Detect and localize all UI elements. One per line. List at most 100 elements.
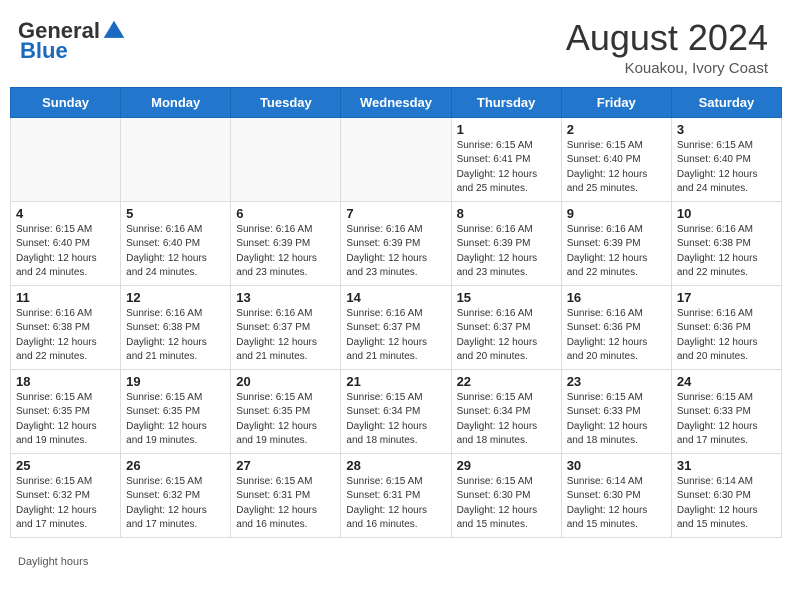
day-info: Sunrise: 6:15 AM Sunset: 6:40 PM Dayligh… xyxy=(677,139,776,197)
day-number: 9 xyxy=(567,206,666,221)
day-info: Sunrise: 6:16 AM Sunset: 6:39 PM Dayligh… xyxy=(567,223,666,281)
day-info: Sunrise: 6:15 AM Sunset: 6:32 PM Dayligh… xyxy=(16,475,115,533)
day-number: 12 xyxy=(126,290,225,305)
calendar-cell: 4 Sunrise: 6:15 AM Sunset: 6:40 PM Daylig… xyxy=(11,201,121,285)
calendar-cell: 27 Sunrise: 6:15 AM Sunset: 6:31 PM Dayli… xyxy=(231,453,341,537)
day-info: Sunrise: 6:16 AM Sunset: 6:38 PM Dayligh… xyxy=(126,307,225,365)
day-info: Sunrise: 6:15 AM Sunset: 6:33 PM Dayligh… xyxy=(677,391,776,449)
day-info: Sunrise: 6:14 AM Sunset: 6:30 PM Dayligh… xyxy=(567,475,666,533)
calendar-cell: 2 Sunrise: 6:15 AM Sunset: 6:40 PM Daylig… xyxy=(561,117,671,201)
calendar-wrapper: SundayMondayTuesdayWednesdayThursdayFrid… xyxy=(0,87,792,552)
day-number: 6 xyxy=(236,206,335,221)
day-number: 23 xyxy=(567,374,666,389)
day-number: 24 xyxy=(677,374,776,389)
day-info: Sunrise: 6:16 AM Sunset: 6:39 PM Dayligh… xyxy=(236,223,335,281)
calendar-cell: 21 Sunrise: 6:15 AM Sunset: 6:34 PM Dayli… xyxy=(341,369,451,453)
calendar-cell: 24 Sunrise: 6:15 AM Sunset: 6:33 PM Dayli… xyxy=(671,369,781,453)
calendar-week-row: 25 Sunrise: 6:15 AM Sunset: 6:32 PM Dayli… xyxy=(11,453,782,537)
calendar-cell: 11 Sunrise: 6:16 AM Sunset: 6:38 PM Dayli… xyxy=(11,285,121,369)
day-number: 1 xyxy=(457,122,556,137)
calendar-cell: 16Sunrise: 6:16 AM Sunset: 6:36 PM Dayli… xyxy=(561,285,671,369)
calendar-cell: 7 Sunrise: 6:16 AM Sunset: 6:39 PM Daylig… xyxy=(341,201,451,285)
title-block: August 2024 Kouakou, Ivory Coast xyxy=(566,18,768,77)
logo-blue: Blue xyxy=(20,38,68,63)
weekday-header: Thursday xyxy=(451,87,561,117)
day-number: 28 xyxy=(346,458,445,473)
calendar-cell: 17 Sunrise: 6:16 AM Sunset: 6:36 PM Dayli… xyxy=(671,285,781,369)
day-number: 17 xyxy=(677,290,776,305)
calendar-week-row: 4 Sunrise: 6:15 AM Sunset: 6:40 PM Daylig… xyxy=(11,201,782,285)
day-info: Sunrise: 6:16 AM Sunset: 6:38 PM Dayligh… xyxy=(677,223,776,281)
calendar-cell: 25 Sunrise: 6:15 AM Sunset: 6:32 PM Dayli… xyxy=(11,453,121,537)
day-number: 8 xyxy=(457,206,556,221)
day-number: 31 xyxy=(677,458,776,473)
day-info: Sunrise: 6:15 AM Sunset: 6:40 PM Dayligh… xyxy=(16,223,115,281)
calendar-week-row: 1 Sunrise: 6:15 AM Sunset: 6:41 PM Daylig… xyxy=(11,117,782,201)
calendar-cell: 10 Sunrise: 6:16 AM Sunset: 6:38 PM Dayli… xyxy=(671,201,781,285)
day-info: Sunrise: 6:15 AM Sunset: 6:31 PM Dayligh… xyxy=(236,475,335,533)
day-number: 7 xyxy=(346,206,445,221)
day-number: 10 xyxy=(677,206,776,221)
day-number: 26 xyxy=(126,458,225,473)
day-number: 4 xyxy=(16,206,115,221)
day-number: 20 xyxy=(236,374,335,389)
day-info: Sunrise: 6:15 AM Sunset: 6:35 PM Dayligh… xyxy=(236,391,335,449)
day-info: Sunrise: 6:16 AM Sunset: 6:36 PM Dayligh… xyxy=(677,307,776,365)
day-number: 16 xyxy=(567,290,666,305)
day-number: 19 xyxy=(126,374,225,389)
calendar-cell: 19 Sunrise: 6:15 AM Sunset: 6:35 PM Dayli… xyxy=(121,369,231,453)
day-info: Sunrise: 6:15 AM Sunset: 6:32 PM Dayligh… xyxy=(126,475,225,533)
day-info: Sunrise: 6:16 AM Sunset: 6:38 PM Dayligh… xyxy=(16,307,115,365)
day-number: 5 xyxy=(126,206,225,221)
calendar-cell: 8Sunrise: 6:16 AM Sunset: 6:39 PM Daylig… xyxy=(451,201,561,285)
weekday-header: Saturday xyxy=(671,87,781,117)
calendar-cell: 30 Sunrise: 6:14 AM Sunset: 6:30 PM Dayli… xyxy=(561,453,671,537)
day-number: 25 xyxy=(16,458,115,473)
footer: Daylight hours xyxy=(0,552,792,572)
calendar-cell: 13Sunrise: 6:16 AM Sunset: 6:37 PM Dayli… xyxy=(231,285,341,369)
day-number: 11 xyxy=(16,290,115,305)
calendar-cell: 26 Sunrise: 6:15 AM Sunset: 6:32 PM Dayli… xyxy=(121,453,231,537)
day-info: Sunrise: 6:15 AM Sunset: 6:34 PM Dayligh… xyxy=(346,391,445,449)
day-info: Sunrise: 6:15 AM Sunset: 6:33 PM Dayligh… xyxy=(567,391,666,449)
day-info: Sunrise: 6:15 AM Sunset: 6:41 PM Dayligh… xyxy=(457,139,556,197)
day-info: Sunrise: 6:16 AM Sunset: 6:39 PM Dayligh… xyxy=(346,223,445,281)
day-info: Sunrise: 6:15 AM Sunset: 6:35 PM Dayligh… xyxy=(16,391,115,449)
calendar-cell: 29Sunrise: 6:15 AM Sunset: 6:30 PM Dayli… xyxy=(451,453,561,537)
calendar-cell: 22 Sunrise: 6:15 AM Sunset: 6:34 PM Dayli… xyxy=(451,369,561,453)
weekday-header: Monday xyxy=(121,87,231,117)
calendar-week-row: 11 Sunrise: 6:16 AM Sunset: 6:38 PM Dayli… xyxy=(11,285,782,369)
weekday-header: Friday xyxy=(561,87,671,117)
calendar-cell: 5 Sunrise: 6:16 AM Sunset: 6:40 PM Daylig… xyxy=(121,201,231,285)
day-number: 22 xyxy=(457,374,556,389)
calendar-cell: 18Sunrise: 6:15 AM Sunset: 6:35 PM Dayli… xyxy=(11,369,121,453)
day-info: Sunrise: 6:15 AM Sunset: 6:31 PM Dayligh… xyxy=(346,475,445,533)
day-number: 27 xyxy=(236,458,335,473)
calendar-cell: 12 Sunrise: 6:16 AM Sunset: 6:38 PM Dayli… xyxy=(121,285,231,369)
day-info: Sunrise: 6:15 AM Sunset: 6:35 PM Dayligh… xyxy=(126,391,225,449)
calendar-cell xyxy=(121,117,231,201)
day-info: Sunrise: 6:16 AM Sunset: 6:40 PM Dayligh… xyxy=(126,223,225,281)
calendar-week-row: 18Sunrise: 6:15 AM Sunset: 6:35 PM Dayli… xyxy=(11,369,782,453)
calendar-cell: 9 Sunrise: 6:16 AM Sunset: 6:39 PM Daylig… xyxy=(561,201,671,285)
day-number: 14 xyxy=(346,290,445,305)
month-year: August 2024 xyxy=(566,18,768,58)
day-info: Sunrise: 6:15 AM Sunset: 6:40 PM Dayligh… xyxy=(567,139,666,197)
day-number: 21 xyxy=(346,374,445,389)
day-info: Sunrise: 6:16 AM Sunset: 6:37 PM Dayligh… xyxy=(457,307,556,365)
day-info: Sunrise: 6:15 AM Sunset: 6:30 PM Dayligh… xyxy=(457,475,556,533)
calendar-cell xyxy=(231,117,341,201)
location: Kouakou, Ivory Coast xyxy=(566,60,768,77)
calendar-cell: 31Sunrise: 6:14 AM Sunset: 6:30 PM Dayli… xyxy=(671,453,781,537)
calendar-cell xyxy=(11,117,121,201)
weekday-header: Tuesday xyxy=(231,87,341,117)
day-number: 13 xyxy=(236,290,335,305)
page-header: General Blue August 2024 Kouakou, Ivory … xyxy=(0,0,792,87)
day-number: 30 xyxy=(567,458,666,473)
weekday-header: Wednesday xyxy=(341,87,451,117)
calendar-cell: 6 Sunrise: 6:16 AM Sunset: 6:39 PM Daylig… xyxy=(231,201,341,285)
weekday-header: Sunday xyxy=(11,87,121,117)
calendar-cell: 3Sunrise: 6:15 AM Sunset: 6:40 PM Daylig… xyxy=(671,117,781,201)
day-number: 2 xyxy=(567,122,666,137)
day-info: Sunrise: 6:15 AM Sunset: 6:34 PM Dayligh… xyxy=(457,391,556,449)
